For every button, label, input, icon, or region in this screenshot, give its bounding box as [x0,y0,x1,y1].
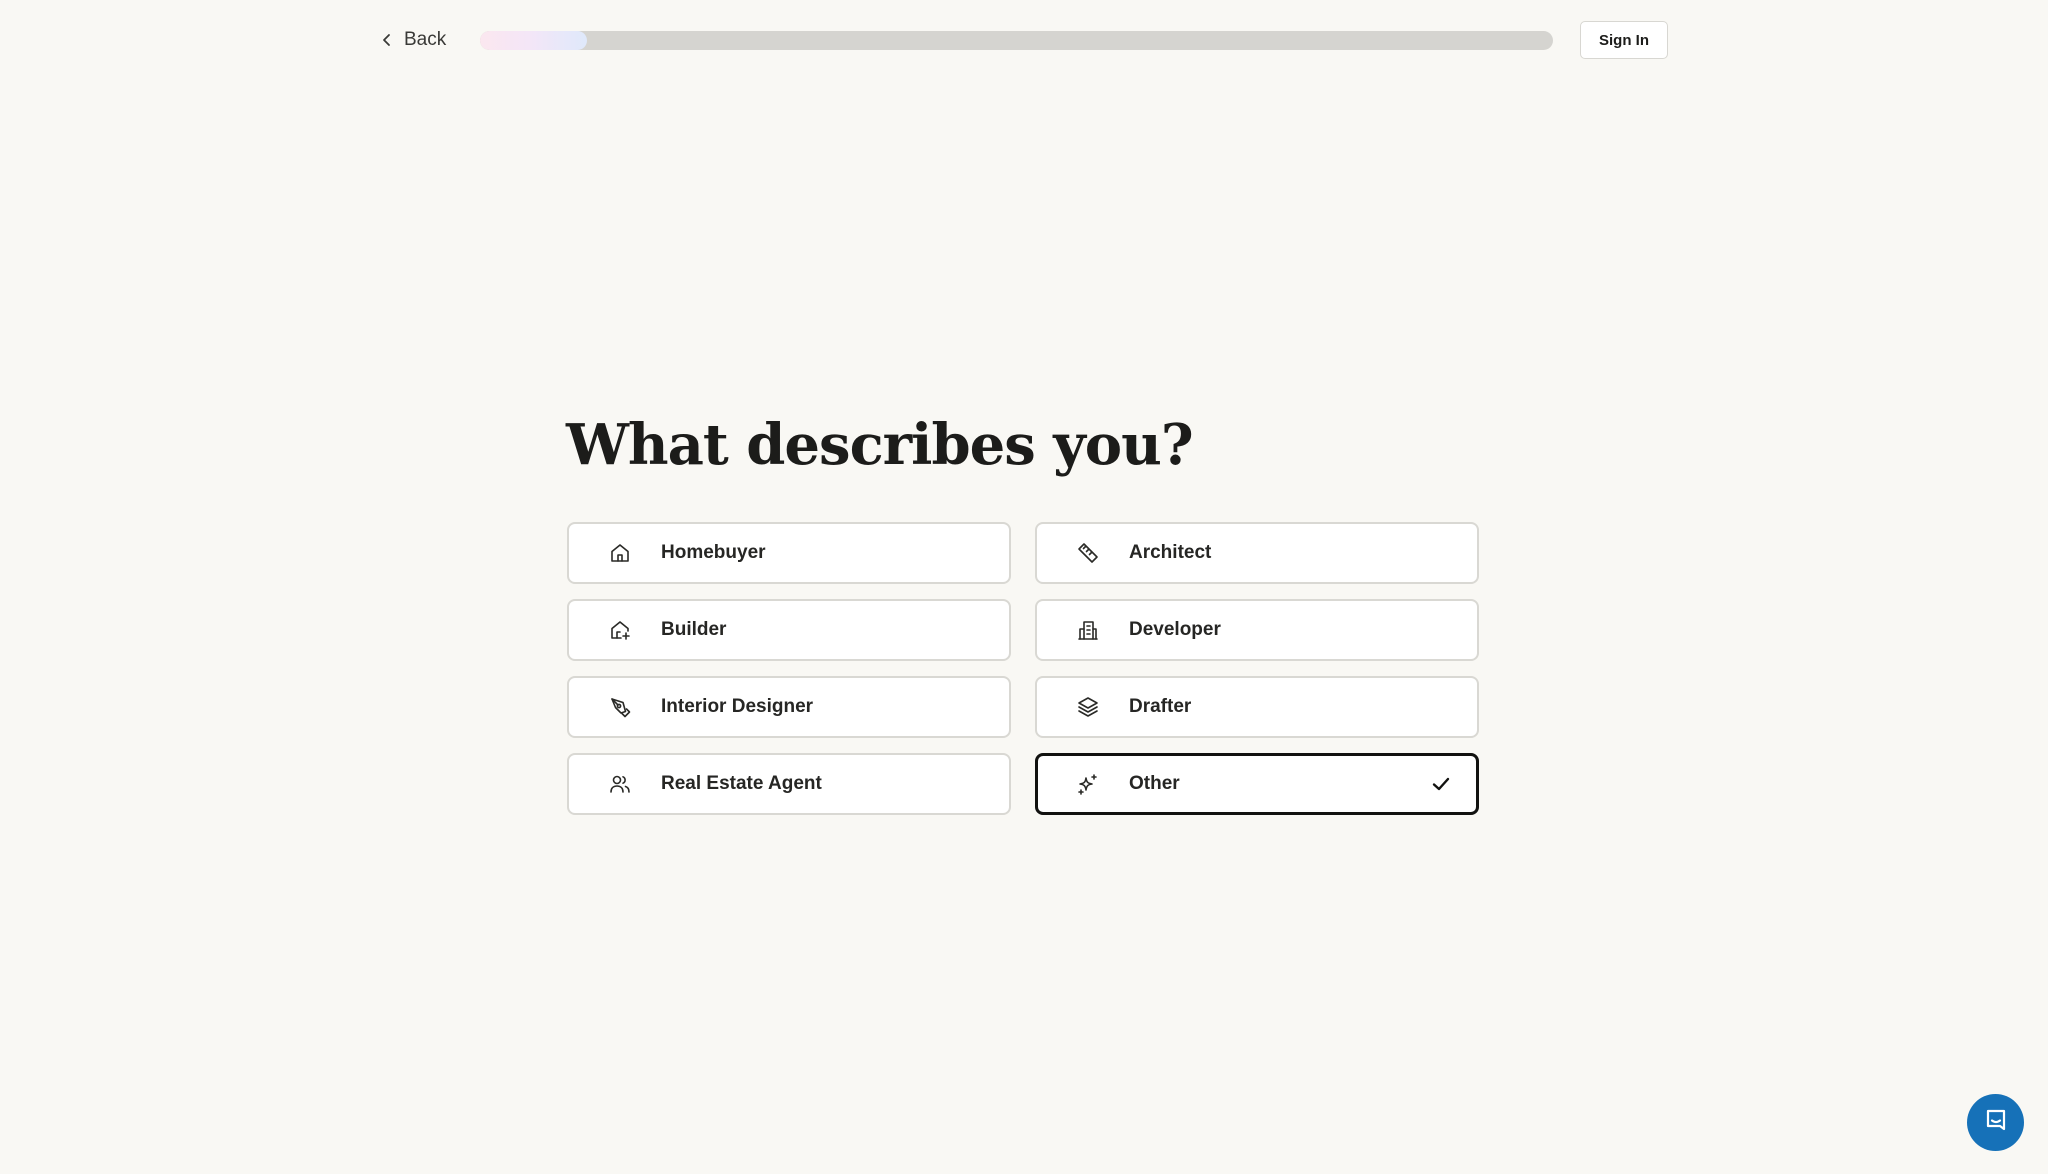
building-icon [1075,617,1101,643]
sparkles-icon [1075,771,1101,797]
option-drafter[interactable]: Drafter [1035,676,1479,738]
option-label: Real Estate Agent [661,773,822,794]
option-label: Architect [1129,542,1212,563]
users-icon [607,771,633,797]
house-plus-icon [607,617,633,643]
option-developer[interactable]: Developer [1035,599,1479,661]
check-icon [1430,773,1452,795]
chat-launcher-button[interactable] [1967,1094,2024,1151]
progress-fill [480,31,588,50]
chat-icon [1982,1106,2010,1139]
option-label: Interior Designer [661,696,814,717]
onboarding-page: Back Sign In What describes you? Homebuy… [0,0,2048,1174]
pen-tool-icon [607,694,633,720]
back-button[interactable]: Back [380,26,446,54]
back-label: Back [404,29,447,50]
option-label: Other [1129,773,1180,794]
option-architect[interactable]: Architect [1035,522,1479,584]
chevron-left-icon [380,33,394,47]
progress-bar [480,31,1553,50]
sign-in-button[interactable]: Sign In [1580,21,1668,59]
layers-icon [1075,694,1101,720]
options-grid: Homebuyer Architect Builder Developer In [567,522,1479,815]
option-label: Homebuyer [661,542,766,563]
ruler-icon [1075,540,1101,566]
option-real-estate-agent[interactable]: Real Estate Agent [567,753,1011,815]
option-other[interactable]: Other [1035,753,1479,815]
option-label: Drafter [1129,696,1192,717]
option-builder[interactable]: Builder [567,599,1011,661]
option-label: Developer [1129,619,1221,640]
option-homebuyer[interactable]: Homebuyer [567,522,1011,584]
option-interior-designer[interactable]: Interior Designer [567,676,1011,738]
home-icon [607,540,633,566]
page-title: What describes you? [566,412,1194,478]
option-label: Builder [661,619,727,640]
